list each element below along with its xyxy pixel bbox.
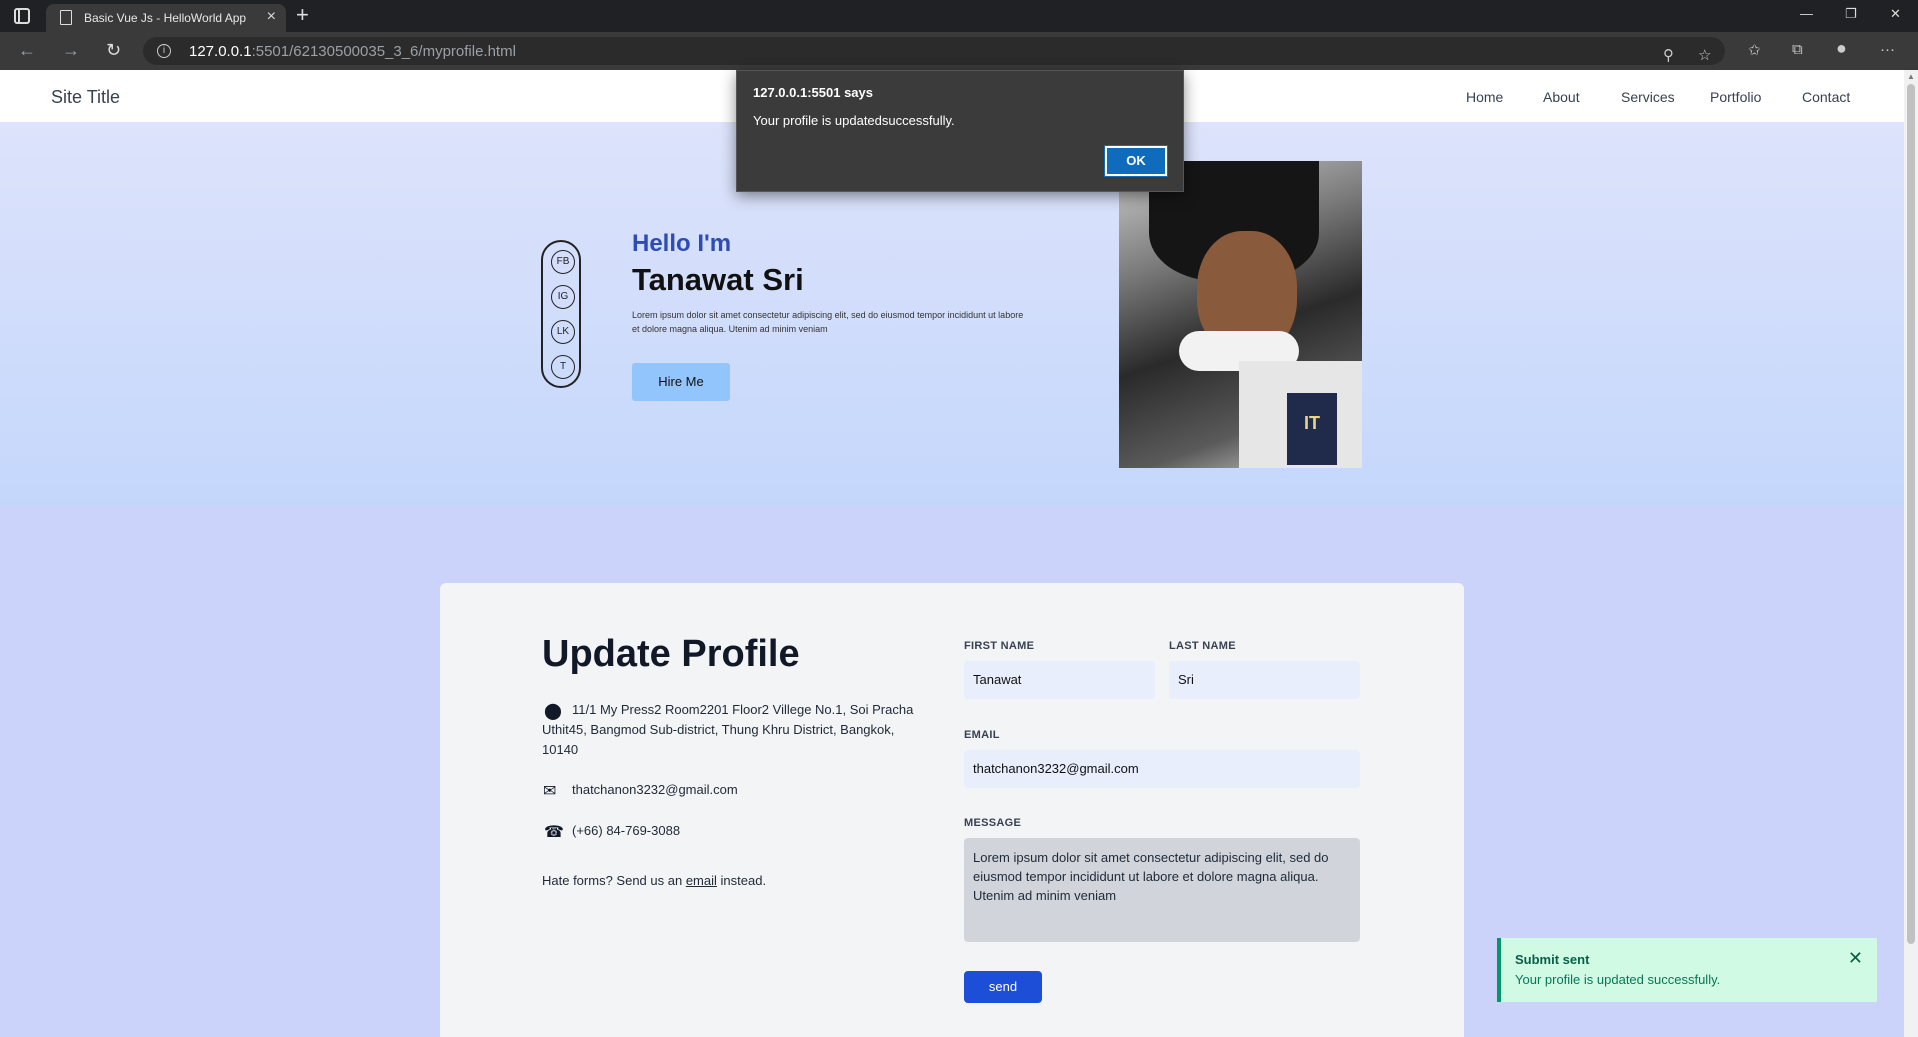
facebook-link[interactable]: FB xyxy=(551,250,575,274)
hate-forms-text: Hate forms? Send us an email instead. xyxy=(542,873,767,888)
email-input[interactable]: thatchanon3232@gmail.com xyxy=(964,750,1360,788)
hero-greeting: Hello I'm xyxy=(632,230,732,257)
reload-icon[interactable]: ↻ xyxy=(106,40,121,61)
phone-icon: ☎ xyxy=(544,824,564,841)
first-name-label: FIRST NAME xyxy=(964,640,1035,652)
alert-dialog: 127.0.0.1:5501 says Your profile is upda… xyxy=(736,70,1184,192)
scroll-thumb[interactable] xyxy=(1907,84,1915,944)
update-profile-card: Update Profile ⬤ 11/1 My Press2 Room2201… xyxy=(440,583,1464,1037)
send-button[interactable]: send xyxy=(964,971,1042,1003)
hero-name: Tanawat Sri xyxy=(632,262,804,297)
nav-link-services[interactable]: Services xyxy=(1621,89,1675,105)
back-icon[interactable]: ← xyxy=(18,40,36,61)
nav-link-contact[interactable]: Contact xyxy=(1802,89,1850,105)
profile-icon[interactable]: ● xyxy=(1836,38,1847,59)
url-text: 127.0.0.1:5501/62130500035_3_6/myprofile… xyxy=(189,43,516,60)
browser-tab-bar: Basic Vue Js - HelloWorld App × + — ❐ ✕ xyxy=(0,0,1918,32)
page-icon xyxy=(60,10,72,25)
message-label: MESSAGE xyxy=(964,817,1022,829)
address-text: 11/1 My Press2 Room2201 Floor2 Villege N… xyxy=(542,702,914,757)
alert-message: Your profile is updatedsuccessfully. xyxy=(753,113,955,128)
twitter-link[interactable]: T xyxy=(551,355,575,379)
email-label: EMAIL xyxy=(964,729,1000,741)
profile-photo: IT xyxy=(1119,161,1362,468)
restore-icon[interactable]: ❐ xyxy=(1845,6,1857,22)
email-link[interactable]: email xyxy=(686,873,717,888)
url-bar[interactable]: i 127.0.0.1:5501/62130500035_3_6/myprofi… xyxy=(143,37,1725,65)
tab-title: Basic Vue Js - HelloWorld App xyxy=(84,11,247,25)
favorites-bar-icon[interactable]: ✩ xyxy=(1748,41,1761,59)
minimize-icon[interactable]: — xyxy=(1800,6,1813,21)
hero-description: Lorem ipsum dolor sit amet consectetur a… xyxy=(632,310,1024,334)
zoom-icon[interactable]: ⚲ xyxy=(1663,46,1674,64)
more-icon[interactable]: ··· xyxy=(1880,41,1895,58)
forward-icon[interactable]: → xyxy=(62,40,80,61)
page-scrollbar[interactable]: ▲ xyxy=(1904,70,1918,1037)
scroll-up-icon[interactable]: ▲ xyxy=(1907,72,1915,81)
linkedin-link[interactable]: LK xyxy=(551,320,575,344)
close-icon[interactable]: ✕ xyxy=(1848,948,1863,969)
new-tab-icon[interactable]: + xyxy=(296,3,309,27)
ok-button[interactable]: OK xyxy=(1104,145,1168,177)
nav-link-about[interactable]: About xyxy=(1543,89,1580,105)
nav-link-portfolio[interactable]: Portfolio xyxy=(1710,89,1761,105)
toast-message: Your profile is updated successfully. xyxy=(1515,972,1721,987)
last-name-input[interactable]: Sri xyxy=(1169,661,1360,699)
last-name-label: LAST NAME xyxy=(1169,640,1236,652)
close-window-icon[interactable]: ✕ xyxy=(1890,6,1901,22)
mail-icon: ✉ xyxy=(543,783,557,800)
alert-title: 127.0.0.1:5501 says xyxy=(753,85,873,100)
tab-close-icon[interactable]: × xyxy=(267,8,276,26)
site-title[interactable]: Site Title xyxy=(51,87,120,108)
browser-tab[interactable]: Basic Vue Js - HelloWorld App × xyxy=(46,4,286,32)
message-textarea[interactable]: Lorem ipsum dolor sit amet consectetur a… xyxy=(964,838,1360,942)
instagram-link[interactable]: IG xyxy=(551,285,575,309)
toast-title: Submit sent xyxy=(1515,952,1590,967)
nav-link-home[interactable]: Home xyxy=(1466,89,1503,105)
site-info-icon[interactable]: i xyxy=(157,44,171,58)
hire-me-button[interactable]: Hire Me xyxy=(632,363,730,401)
contact-email: thatchanon3232@gmail.com xyxy=(572,782,738,797)
success-toast: Submit sent Your profile is updated succ… xyxy=(1497,938,1877,1002)
tab-actions-icon[interactable] xyxy=(14,8,30,24)
contact-phone: (+66) 84-769-3088 xyxy=(572,823,681,838)
favorite-icon[interactable]: ☆ xyxy=(1698,46,1711,64)
address-toolbar: ← → ↻ i 127.0.0.1:5501/62130500035_3_6/m… xyxy=(0,32,1918,70)
collections-icon[interactable]: ⧉ xyxy=(1792,41,1803,58)
form-title: Update Profile xyxy=(542,633,800,675)
first-name-input[interactable]: Tanawat xyxy=(964,661,1155,699)
social-links: FB IG LK T xyxy=(541,240,581,388)
